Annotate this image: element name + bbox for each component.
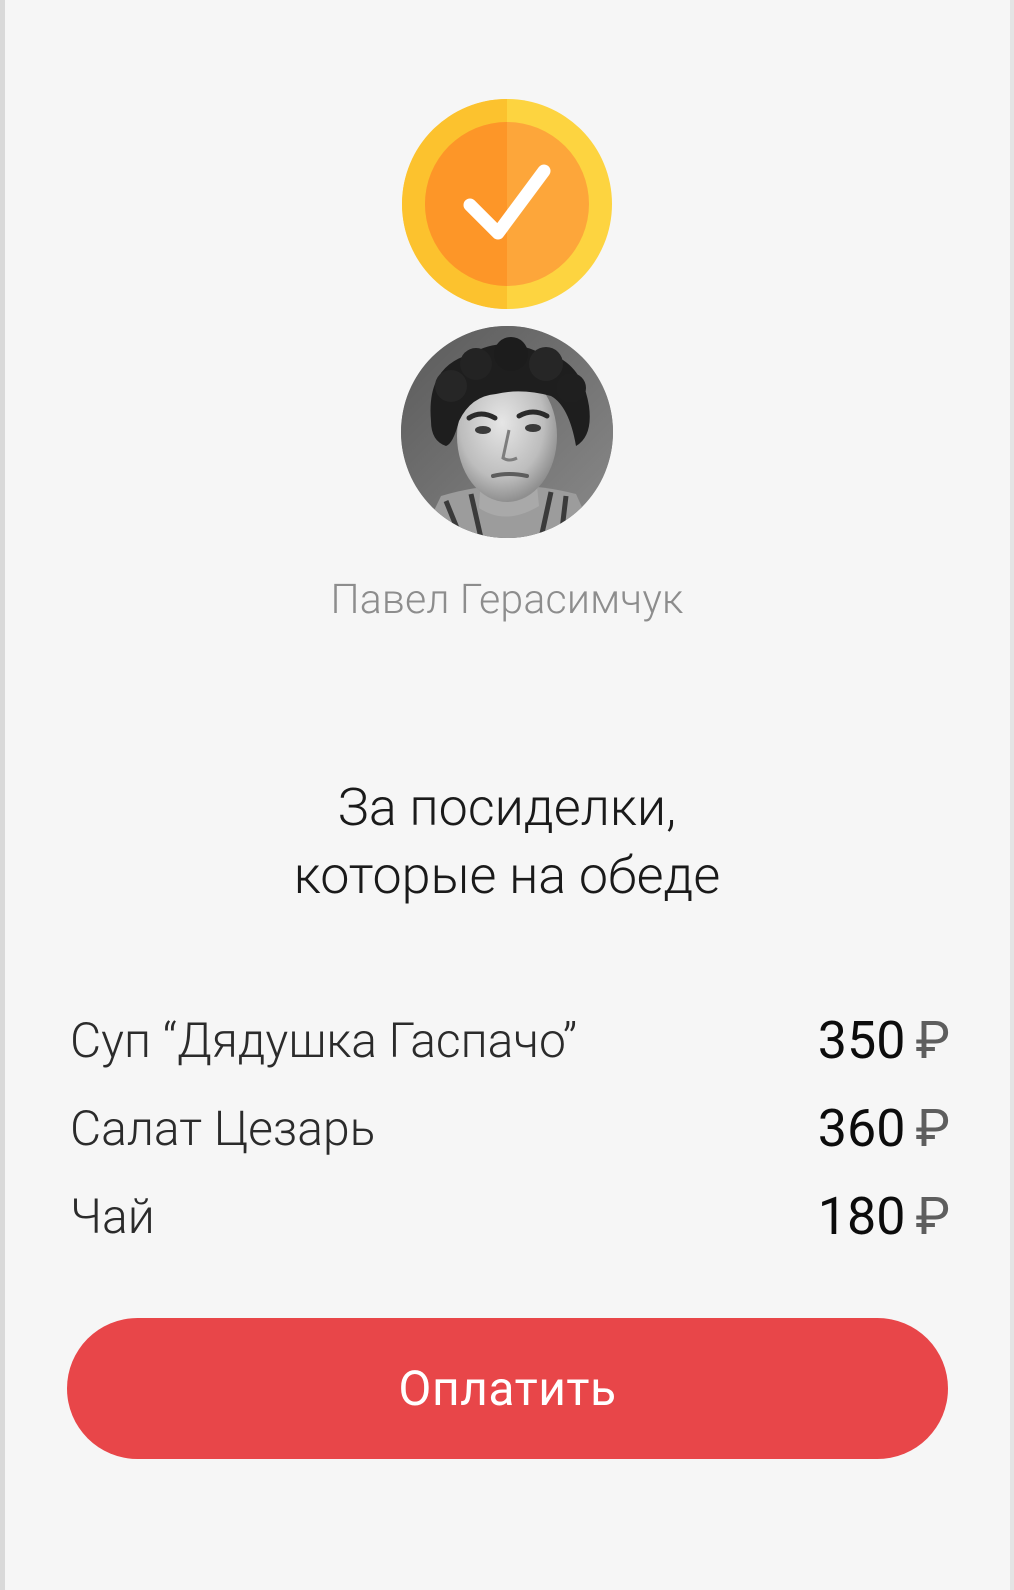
item-price: 180 ₽ xyxy=(818,1179,950,1255)
pay-button[interactable]: Оплатить xyxy=(67,1318,948,1459)
avatar xyxy=(401,326,613,538)
item-name: Чай xyxy=(70,1188,155,1245)
ruble-icon: ₽ xyxy=(915,1098,950,1159)
price-value: 180 xyxy=(817,1186,906,1247)
recipient-name: Павел Герасимчук xyxy=(330,576,684,624)
list-item: Чай 180 ₽ xyxy=(70,1179,950,1267)
item-name: Суп “Дядушка Гаспачо” xyxy=(70,1012,578,1069)
bill-title: За посиделки, которые на обеде xyxy=(0,774,1014,910)
ruble-icon: ₽ xyxy=(915,1186,950,1247)
item-price: 350 ₽ xyxy=(818,1003,950,1079)
list-item: Салат Цезарь 360 ₽ xyxy=(70,1091,950,1179)
checkmark-coin-icon xyxy=(402,99,612,309)
list-item: Суп “Дядушка Гаспачо” 350 ₽ xyxy=(70,1003,950,1091)
price-value: 360 xyxy=(817,1098,906,1159)
user-photo-icon xyxy=(401,326,613,538)
bill-items-list: Суп “Дядушка Гаспачо” 350 ₽ Салат Цезарь … xyxy=(70,1003,950,1267)
bill-title-line-2: которые на обеде xyxy=(293,845,721,906)
ruble-icon: ₽ xyxy=(915,1010,950,1071)
price-value: 350 xyxy=(817,1010,906,1071)
item-name: Салат Цезарь xyxy=(70,1100,376,1157)
item-price: 360 ₽ xyxy=(818,1091,950,1167)
bill-title-line-1: За посиделки, xyxy=(337,777,677,838)
